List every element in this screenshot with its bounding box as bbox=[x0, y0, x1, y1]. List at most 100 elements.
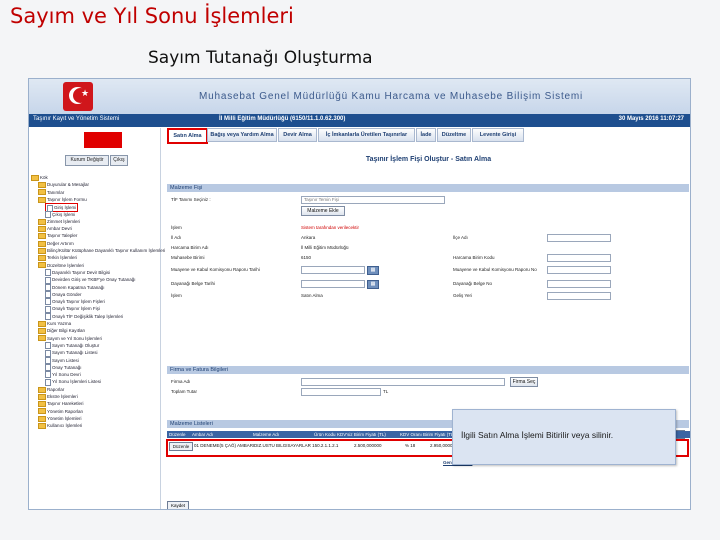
cell-kdv: % 18 bbox=[405, 443, 416, 448]
field-label: Muayene ve Kabul Komisyonu Raporu No bbox=[453, 267, 537, 272]
tab-iade[interactable]: İade bbox=[416, 128, 436, 142]
callout-box: İlgili Satın Alma İşlemi Bitirilir veya … bbox=[452, 409, 676, 465]
tree-item[interactable]: Kök bbox=[31, 174, 48, 181]
tree-item[interactable]: Ekstre İşlemleri bbox=[38, 393, 78, 400]
tree-item[interactable]: Zimmet İşlemleri bbox=[38, 218, 80, 225]
tree-item[interactable]: Terkin İşlemleri bbox=[38, 254, 77, 262]
field-value: İl Milli Eğitim Müdürlüğü bbox=[301, 245, 349, 250]
tree-item[interactable]: Ambar Devri bbox=[38, 225, 72, 232]
tree-item[interactable]: Taşınır Talepler bbox=[38, 232, 77, 240]
field-input[interactable] bbox=[547, 280, 611, 288]
tree-item[interactable]: Dönem Kapatma Tutanağı bbox=[45, 283, 105, 291]
tree-item-label: Sayım ve Yıl Sonu İşlemleri bbox=[47, 335, 102, 341]
kaydet-button[interactable]: Kaydet bbox=[167, 501, 189, 509]
field-label: Muayene ve Kabul Komisyonu Raporu Tarihi bbox=[171, 267, 260, 272]
field-value: 6150 bbox=[301, 255, 312, 260]
tab-levente-girisi[interactable]: Levente Girişi bbox=[472, 128, 524, 142]
tree-item-label: Yönetim Raporları bbox=[47, 408, 84, 414]
col-duzenle: Düzenle bbox=[169, 432, 186, 437]
logout-button[interactable]: Çıkış bbox=[110, 155, 128, 166]
tree-item[interactable]: Kurs Yazma bbox=[38, 320, 71, 327]
folder-icon bbox=[38, 415, 46, 422]
tab-devir-alma[interactable]: Devir Alma bbox=[278, 128, 317, 142]
col-urun-kodu: Ürün Kodu bbox=[314, 432, 336, 437]
document-icon bbox=[45, 349, 51, 357]
tree-item-label: Taşınır İşlem Formu bbox=[47, 196, 87, 202]
tree-item-label: Giriş İşlemi bbox=[54, 205, 77, 211]
tif-select[interactable]: Taşınır Temin Fişi bbox=[301, 196, 445, 204]
tree-item[interactable]: Çıkış İşlemi bbox=[45, 210, 75, 218]
firma-sec-button[interactable]: Firma Seç bbox=[510, 377, 538, 387]
document-icon bbox=[45, 342, 51, 350]
tree-item-label: Yıl Sonu Devri bbox=[52, 372, 81, 378]
folder-icon bbox=[38, 401, 46, 408]
tab-satin-alma[interactable]: Satın Alma bbox=[167, 128, 208, 144]
tree-item[interactable]: Onaylı TİF Değişiklik Talep İşlemleri bbox=[45, 313, 123, 320]
tree-item[interactable]: Bilinç/Kültür Kütüphane Dayanıklı Taşını… bbox=[38, 247, 165, 254]
tree-item[interactable]: Onaya Gönder bbox=[45, 291, 82, 299]
field-input[interactable] bbox=[547, 292, 611, 300]
tree-item[interactable]: Devirden Giriş ve TKBF'ye Onay Tutanağı bbox=[45, 276, 136, 284]
tree-item[interactable]: Onaylı Taşınır İşlem Fişi bbox=[45, 305, 100, 313]
page-title: Taşınır İşlem Fişi Oluştur - Satın Alma bbox=[365, 156, 492, 163]
change-institution-button[interactable]: Kurum Değiştir bbox=[65, 155, 109, 166]
field-label: İl Adı bbox=[171, 235, 182, 240]
institution-name: İl Milli Eğitim Müdürlüğü (6150/11.1.0.6… bbox=[219, 116, 346, 122]
tree-item[interactable]: Onaylı Taşınır İşlem Fişleri bbox=[45, 298, 105, 306]
tree-item[interactable]: Yönetim Raporları bbox=[38, 408, 83, 415]
tree-item[interactable]: Değer Artırım bbox=[38, 240, 74, 247]
tree-item[interactable]: Sayım ve Yıl Sonu İşlemleri bbox=[38, 335, 102, 342]
tree-item[interactable]: Duyurular & Mesajlar bbox=[38, 181, 89, 189]
tree-item[interactable]: Yönetim İşlemleri bbox=[38, 415, 82, 422]
firma-input[interactable] bbox=[301, 378, 505, 386]
tree-item[interactable]: Tanımlar bbox=[38, 189, 64, 196]
tree-item[interactable]: Taşınır İşlem Formu bbox=[38, 196, 87, 203]
tree-item[interactable]: Raporlar bbox=[38, 386, 64, 393]
tree-item-label: Sayım Listesi bbox=[52, 357, 79, 363]
field-label: Dayanağı Belge Tarihi bbox=[171, 281, 215, 286]
folder-icon bbox=[31, 174, 39, 181]
folder-icon bbox=[38, 423, 46, 429]
tree-item[interactable]: Sayım Tutanağı Oluştur bbox=[45, 342, 100, 350]
toplam-label: Toplam Tutar bbox=[171, 389, 198, 394]
field-input[interactable] bbox=[547, 266, 611, 274]
flag-logo-icon: ★ bbox=[63, 82, 93, 111]
tree-item[interactable]: Yıl Sonu Devri bbox=[45, 371, 81, 379]
tree-item-label: Bilinç/Kültür Kütüphane Dayanıklı Taşını… bbox=[47, 248, 166, 253]
tree-item-label: Sayım Tutanağı Oluştur bbox=[52, 342, 100, 348]
tree-item-label: Ekstre İşlemleri bbox=[47, 394, 78, 399]
tab-bagis-yardim[interactable]: Bağış veya Yardım Alma bbox=[207, 128, 277, 142]
col-ambar: Ambar Adı bbox=[192, 432, 214, 437]
document-icon bbox=[45, 283, 51, 291]
slide-title: Sayım ve Yıl Sonu İşlemleri bbox=[10, 4, 294, 28]
document-icon bbox=[45, 291, 51, 299]
date-input[interactable] bbox=[301, 266, 365, 274]
folder-icon bbox=[38, 196, 46, 203]
tree-item-label: Dayanıklı Taşınır Devir Bilgisi bbox=[52, 269, 111, 275]
document-icon bbox=[45, 276, 51, 284]
calendar-icon[interactable]: ▦ bbox=[367, 266, 379, 275]
tab-duzeltme[interactable]: Düzeltme bbox=[437, 128, 471, 142]
field-value: Ankara bbox=[301, 235, 316, 240]
calendar-icon[interactable]: ▦ bbox=[367, 280, 379, 289]
tree-item[interactable]: Taşınır Hareketleri bbox=[38, 400, 84, 408]
tree-item-label: Yönetim İşlemleri bbox=[47, 415, 82, 421]
field-label: Harcama Birim Kodu bbox=[453, 255, 495, 260]
field-input[interactable] bbox=[547, 234, 611, 242]
tree-item[interactable]: Kullanıcı İşlemleri bbox=[38, 422, 82, 429]
field-input[interactable] bbox=[547, 254, 611, 262]
tree-item[interactable]: Yıl Sonu İşlemleri Listesi bbox=[45, 378, 101, 386]
tree-item[interactable]: Sayım Listesi bbox=[45, 356, 79, 364]
tree-item-label: Devirden Giriş ve TKBF'ye Onay Tutanağı bbox=[52, 277, 136, 283]
tree-item[interactable]: Dayanıklı Taşınır Devir Bilgisi bbox=[45, 269, 111, 277]
tab-ic-imkanlar[interactable]: İç İmkanlarla Üretilen Taşınırlar bbox=[318, 128, 415, 142]
tree-item[interactable]: Sayım Tutanağı Listesi bbox=[45, 349, 98, 357]
tree-item[interactable]: Diğer Bilgi Kayıtları bbox=[38, 327, 85, 335]
malzeme-ekle-button[interactable]: Malzeme Ekle bbox=[301, 206, 345, 216]
sidebar: Kurum Değiştir Çıkış Kök Duyurular & Mesa… bbox=[29, 128, 165, 509]
date-input[interactable] bbox=[301, 280, 365, 288]
tree-item[interactable]: Onay Tutanağı bbox=[45, 364, 82, 372]
duzenle-button[interactable]: Düzenle bbox=[169, 442, 193, 451]
tree-item[interactable]: Düzeltme İşlemleri bbox=[38, 262, 84, 269]
toplam-input[interactable] bbox=[301, 388, 381, 396]
